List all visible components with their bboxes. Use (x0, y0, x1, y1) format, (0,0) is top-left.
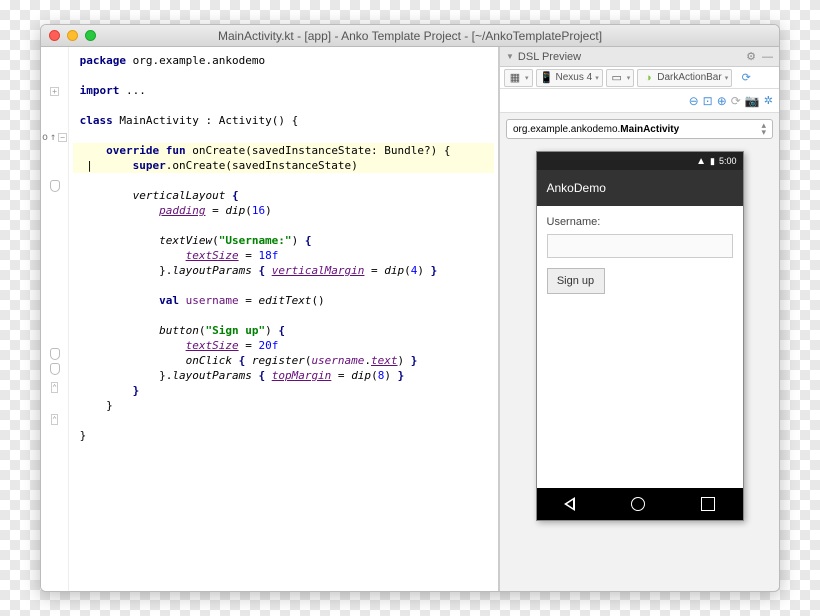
phone-frame: ▲ ▮ 5:00 AnkoDemo Username: Sign up (536, 151, 744, 521)
config-icon: ▦ (508, 71, 522, 85)
battery-icon: ▮ (710, 156, 715, 167)
prop-textSize: textSize (186, 339, 239, 352)
call-layoutParams: layoutParams (172, 264, 251, 277)
window-title: MainActivity.kt - [app] - Anko Template … (41, 29, 779, 43)
gear-icon[interactable]: ⚙ (746, 50, 756, 63)
phone-body: Username: Sign up (537, 206, 743, 488)
titlebar[interactable]: MainActivity.kt - [app] - Anko Template … (41, 25, 779, 47)
shield-marker-icon (50, 180, 60, 192)
call-button: button (159, 324, 199, 337)
nav-recent-icon[interactable] (701, 497, 715, 511)
minimize-panel-icon[interactable]: — (762, 51, 773, 63)
num-textSize2: 20f (258, 339, 278, 352)
keyword-import: import (80, 84, 120, 97)
keyword-override: override (106, 144, 159, 157)
call-editText: editText (258, 294, 311, 307)
phone-preview-area: ▲ ▮ 5:00 AnkoDemo Username: Sign up (500, 145, 779, 591)
wifi-icon: ▲ (696, 156, 706, 167)
chevron-up-down-icon: ▴▾ (761, 122, 766, 136)
app-title: AnkoDemo (547, 181, 606, 195)
string-username: "Username:" (219, 234, 292, 247)
username-input[interactable] (547, 234, 733, 258)
prop-text: text (371, 354, 398, 367)
string-signup: "Sign up" (205, 324, 265, 337)
call-register: register (252, 354, 305, 367)
zoom-fit-button[interactable]: ⊡ (703, 94, 713, 108)
class-selector-label: org.example.ankodemo.MainActivity (513, 124, 679, 135)
shield-marker-icon (50, 363, 60, 375)
fold-import-icon[interactable]: + (50, 87, 59, 96)
super-arg: savedInstanceState (232, 159, 351, 172)
fold-close-icon[interactable]: ⌃ (51, 414, 58, 425)
theme-icon: ◑ (641, 71, 655, 85)
preview-header[interactable]: ▼ DSL Preview ⚙ — (500, 47, 779, 67)
refresh-icon: ⟳ (739, 71, 753, 85)
editor-gutter[interactable]: + o↑− ⌃ ⌃ (41, 47, 69, 591)
super-call: onCreate (172, 159, 225, 172)
class-name: MainActivity (119, 114, 198, 127)
num-topmargin: 8 (378, 369, 385, 382)
call-onClick: onClick (186, 354, 232, 367)
config-dropdown[interactable]: ▦ (504, 69, 533, 87)
zoom-in-button[interactable]: ⊕ (717, 94, 727, 108)
content-area: + o↑− ⌃ ⌃ packa (41, 47, 779, 591)
num-vmargin: 4 (411, 264, 418, 277)
prop-textSize: textSize (186, 249, 239, 262)
settings-icon[interactable]: ✲ (764, 94, 773, 107)
username-label: Username: (547, 216, 733, 228)
call-verticalLayout: verticalLayout (133, 189, 226, 202)
ref-username: username (311, 354, 364, 367)
import-ellipsis: ... (126, 84, 146, 97)
ide-window: MainActivity.kt - [app] - Anko Template … (40, 24, 780, 592)
method-params: savedInstanceState: Bundle? (252, 144, 431, 157)
prop-padding: padding (159, 204, 205, 217)
theme-dropdown[interactable]: ◑DarkActionBar (637, 69, 732, 87)
keyword-class: class (80, 114, 113, 127)
override-marker-icon[interactable]: o (42, 132, 48, 143)
refresh-grey-icon[interactable]: ⟳ (731, 94, 741, 108)
phone-navbar (537, 488, 743, 520)
collapse-icon[interactable]: ▼ (506, 52, 514, 61)
dsl-preview-panel: ▼ DSL Preview ⚙ — ▦ 📱Nexus 4 ▭ ◑DarkActi… (499, 47, 779, 591)
fold-close-icon[interactable]: ⌃ (51, 382, 58, 393)
nav-back-icon[interactable] (564, 497, 575, 511)
keyword-fun: fun (166, 144, 186, 157)
call-textView: textView (159, 234, 212, 247)
num-padding: 16 (252, 204, 265, 217)
orientation-icon: ▭ (610, 71, 624, 85)
super-class: Activity() (219, 114, 285, 127)
keyword-val: val (159, 294, 179, 307)
device-dropdown[interactable]: 📱Nexus 4 (536, 69, 603, 87)
device-label: Nexus 4 (556, 72, 593, 83)
orientation-dropdown[interactable]: ▭ (606, 69, 635, 87)
package-name: org.example.ankodemo (133, 54, 265, 67)
num-textSize1: 18f (258, 249, 278, 262)
class-selector[interactable]: org.example.ankodemo.MainActivity ▴▾ (506, 119, 773, 139)
phone-time: 5:00 (719, 156, 737, 166)
up-marker-icon[interactable]: ↑ (50, 132, 56, 143)
refresh-button[interactable]: ⟳ (735, 69, 757, 87)
keyword-package: package (80, 54, 126, 67)
code-area[interactable]: package org.example.ankodemo import ... … (69, 47, 498, 591)
phone-appbar: AnkoDemo (537, 170, 743, 206)
preview-toolbar: ▦ 📱Nexus 4 ▭ ◑DarkActionBar ⟳ (500, 67, 779, 89)
preview-title: DSL Preview (518, 51, 581, 63)
fold-method-icon[interactable]: − (58, 133, 67, 142)
preview-toolbar-zoom: ⊖ ⊡ ⊕ ⟳ 📷 ✲ (500, 89, 779, 113)
nav-home-icon[interactable] (631, 497, 645, 511)
screenshot-icon[interactable]: 📷 (745, 94, 760, 108)
keyword-super: super (133, 159, 166, 172)
zoom-out-button[interactable]: ⊖ (689, 94, 699, 108)
phone-statusbar: ▲ ▮ 5:00 (537, 152, 743, 170)
code-editor[interactable]: + o↑− ⌃ ⌃ packa (41, 47, 499, 591)
method-name: onCreate (192, 144, 245, 157)
prop-verticalMargin: verticalMargin (272, 264, 365, 277)
call-dip: dip (225, 204, 245, 217)
shield-marker-icon (50, 348, 60, 360)
theme-label: DarkActionBar (657, 72, 721, 83)
device-icon: 📱 (540, 71, 554, 85)
prop-topMargin: topMargin (272, 369, 332, 382)
var-username: username (186, 294, 239, 307)
signup-button[interactable]: Sign up (547, 268, 605, 294)
